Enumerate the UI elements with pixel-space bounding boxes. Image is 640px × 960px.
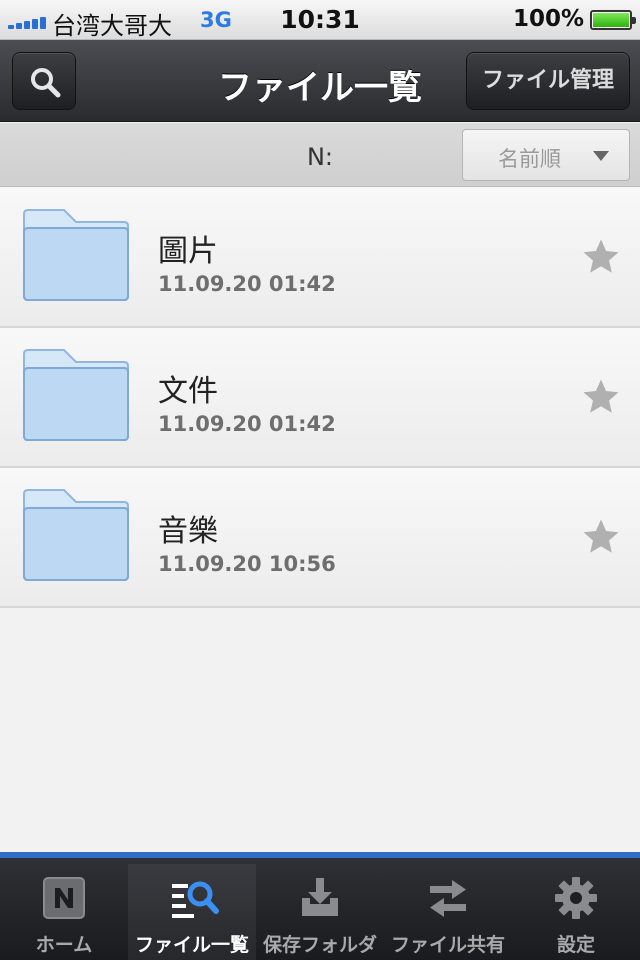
file-date: 11.09.20 01:42 <box>158 272 336 296</box>
path-bar: N: 名前順 <box>0 123 640 187</box>
tab-home[interactable]: ホーム <box>0 864 128 960</box>
gear-icon <box>555 877 597 919</box>
tab-settings[interactable]: 設定 <box>512 864 640 960</box>
tab-label: 設定 <box>556 934 595 956</box>
folder-icon <box>23 349 129 441</box>
dropdown-arrow-icon <box>593 151 609 161</box>
tab-label: 保存フォルダ <box>262 934 377 956</box>
tab-label: ファイル一覧 <box>134 934 249 956</box>
file-name: 圖片 <box>158 234 218 269</box>
folder-icon <box>23 489 129 581</box>
sort-dropdown[interactable]: 名前順 <box>462 129 630 181</box>
star-icon[interactable] <box>580 376 622 418</box>
file-manage-button[interactable]: ファイル管理 <box>466 52 630 110</box>
star-icon[interactable] <box>580 516 622 558</box>
tab-label: ホーム <box>35 934 93 956</box>
list-item[interactable]: 圖片 11.09.20 01:42 <box>0 188 640 328</box>
tab-save-folder[interactable]: 保存フォルダ <box>256 864 384 960</box>
folder-icon <box>23 209 129 301</box>
file-date: 11.09.20 10:56 <box>158 552 336 576</box>
download-tray-icon <box>302 878 338 916</box>
share-arrows-icon <box>430 880 466 917</box>
file-date: 11.09.20 01:42 <box>158 412 336 436</box>
tab-file-list[interactable]: ファイル一覧 <box>128 864 256 960</box>
star-icon[interactable] <box>580 236 622 278</box>
file-list-icon <box>172 881 219 918</box>
battery-icon <box>590 10 636 30</box>
file-list: 圖片 11.09.20 01:42 文件 11.09.20 01:42 音樂 1… <box>0 188 640 608</box>
sort-label: 名前順 <box>498 147 561 171</box>
list-item[interactable]: 文件 11.09.20 01:42 <box>0 328 640 468</box>
tab-label: ファイル共有 <box>390 934 505 956</box>
status-bar: 台湾大哥大 3G 10:31 100% <box>0 0 640 40</box>
file-name: 音樂 <box>158 514 218 549</box>
home-n-icon <box>43 877 85 919</box>
list-item[interactable]: 音樂 11.09.20 10:56 <box>0 468 640 608</box>
navigation-bar: ファイル一覧 ファイル管理 <box>0 40 640 122</box>
tab-file-share[interactable]: ファイル共有 <box>384 864 512 960</box>
file-name: 文件 <box>158 374 218 409</box>
tab-bar: ホーム ファイル一覧 保存フォルダ ファイル共有 設定 <box>0 852 640 960</box>
battery-percentage: 100% <box>512 6 584 32</box>
